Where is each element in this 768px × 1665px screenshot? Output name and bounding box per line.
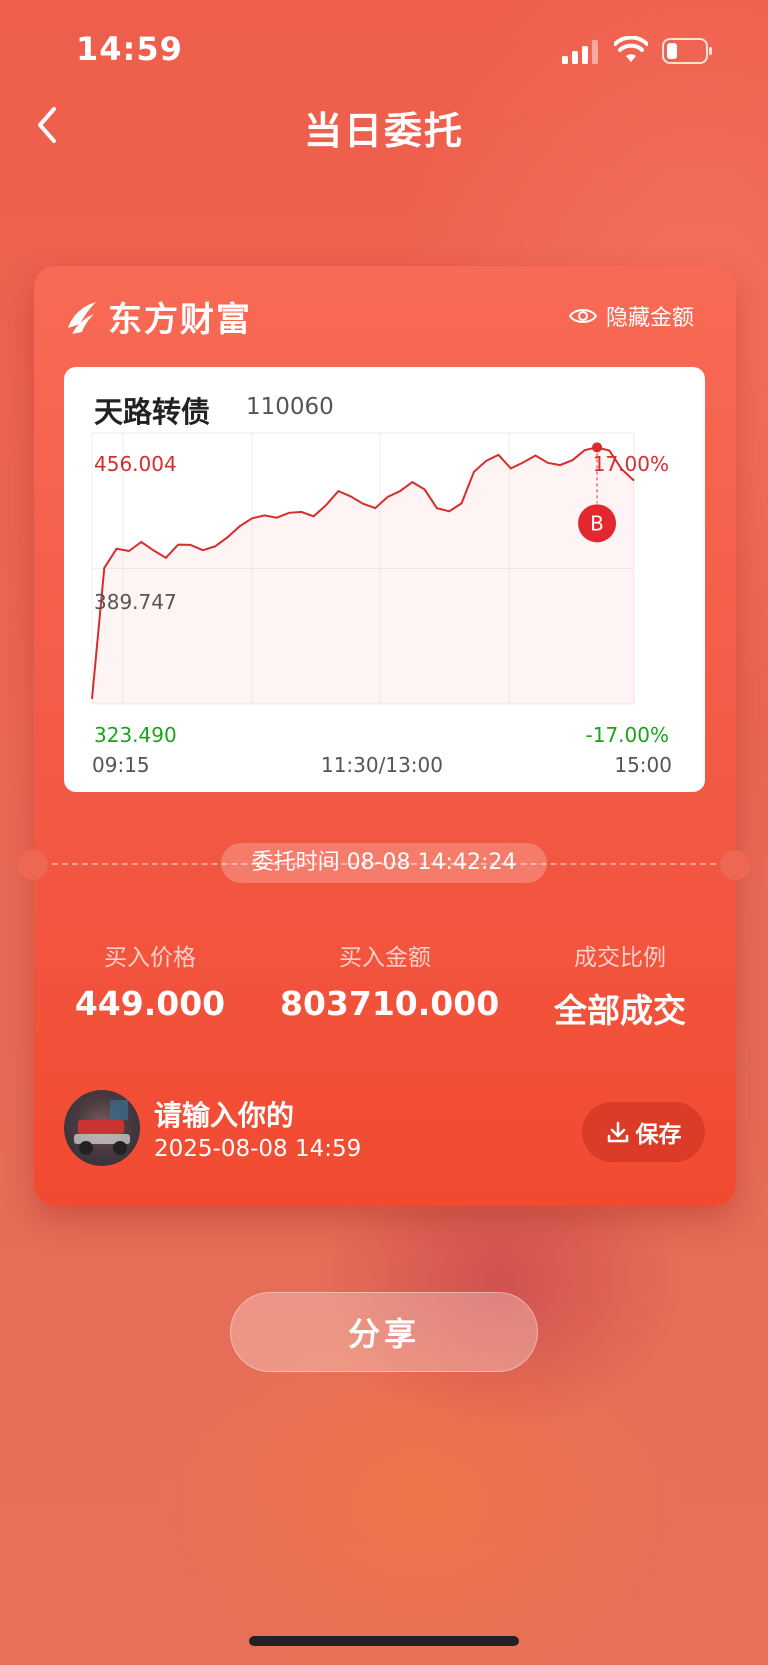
stat-buy-price: 买入价格 449.000 bbox=[50, 938, 250, 1023]
share-button[interactable]: 分享 bbox=[230, 1292, 538, 1372]
y-min-label: 323.490 bbox=[94, 723, 177, 747]
stat-label: 买入金额 bbox=[339, 945, 431, 971]
avatar bbox=[64, 1090, 140, 1166]
stat-label: 成交比例 bbox=[574, 945, 666, 971]
wifi-icon bbox=[614, 36, 648, 62]
buy-badge-label: B bbox=[590, 511, 604, 535]
signal-icon bbox=[562, 40, 598, 64]
save-button[interactable]: 保存 bbox=[582, 1102, 705, 1162]
stat-value: 803710.000 bbox=[280, 984, 500, 1023]
stat-value: 全部成交 bbox=[554, 991, 686, 1030]
chart-panel: 天路转债 110060 456.004 389.747 323.490 17.0… bbox=[64, 367, 705, 792]
eye-icon bbox=[568, 309, 598, 323]
home-indicator bbox=[249, 1636, 519, 1646]
pct-max-label: 17.00% bbox=[593, 452, 669, 476]
buy-point bbox=[592, 442, 603, 453]
x-label-mid: 11:30/13:00 bbox=[321, 753, 443, 777]
stat-label: 买入价格 bbox=[104, 945, 196, 971]
page-title: 当日委托 bbox=[303, 109, 464, 153]
brand-icon bbox=[68, 301, 96, 334]
brand-logo: 东方财富 bbox=[64, 292, 252, 341]
y-max-label: 456.004 bbox=[94, 452, 177, 476]
hide-amount-toggle[interactable]: 隐藏金额 bbox=[568, 300, 694, 332]
x-label-close: 15:00 bbox=[614, 753, 672, 777]
brand-name: 东方财富 bbox=[108, 300, 252, 340]
pct-min-label: -17.00% bbox=[586, 723, 669, 747]
chart-area bbox=[92, 447, 634, 704]
intraday-chart: 456.004 389.747 323.490 17.00% -17.00% 0… bbox=[91, 432, 672, 777]
user-name: 请输入你的 bbox=[154, 1099, 295, 1132]
stat-value: 449.000 bbox=[74, 984, 226, 1023]
x-label-open: 09:15 bbox=[92, 753, 150, 777]
status-time: 14:59 bbox=[76, 30, 183, 68]
battery-icon bbox=[662, 38, 712, 64]
hide-amount-label: 隐藏金额 bbox=[606, 306, 695, 331]
order-time-badge: 委托时间 08-08 14:42:24 bbox=[221, 843, 547, 883]
y-mid-label: 389.747 bbox=[94, 590, 177, 614]
download-icon bbox=[607, 1121, 628, 1143]
stat-buy-amount: 买入金额 803710.000 bbox=[280, 938, 500, 1023]
stat-fill-ratio: 成交比例 全部成交 bbox=[520, 938, 720, 1032]
save-label: 保存 bbox=[635, 1122, 682, 1148]
user-timestamp: 2025-08-08 14:59 bbox=[154, 1136, 362, 1162]
status-bar: 14:59 bbox=[0, 0, 768, 100]
card-notch-left bbox=[18, 850, 48, 880]
card-notch-right bbox=[720, 850, 750, 880]
